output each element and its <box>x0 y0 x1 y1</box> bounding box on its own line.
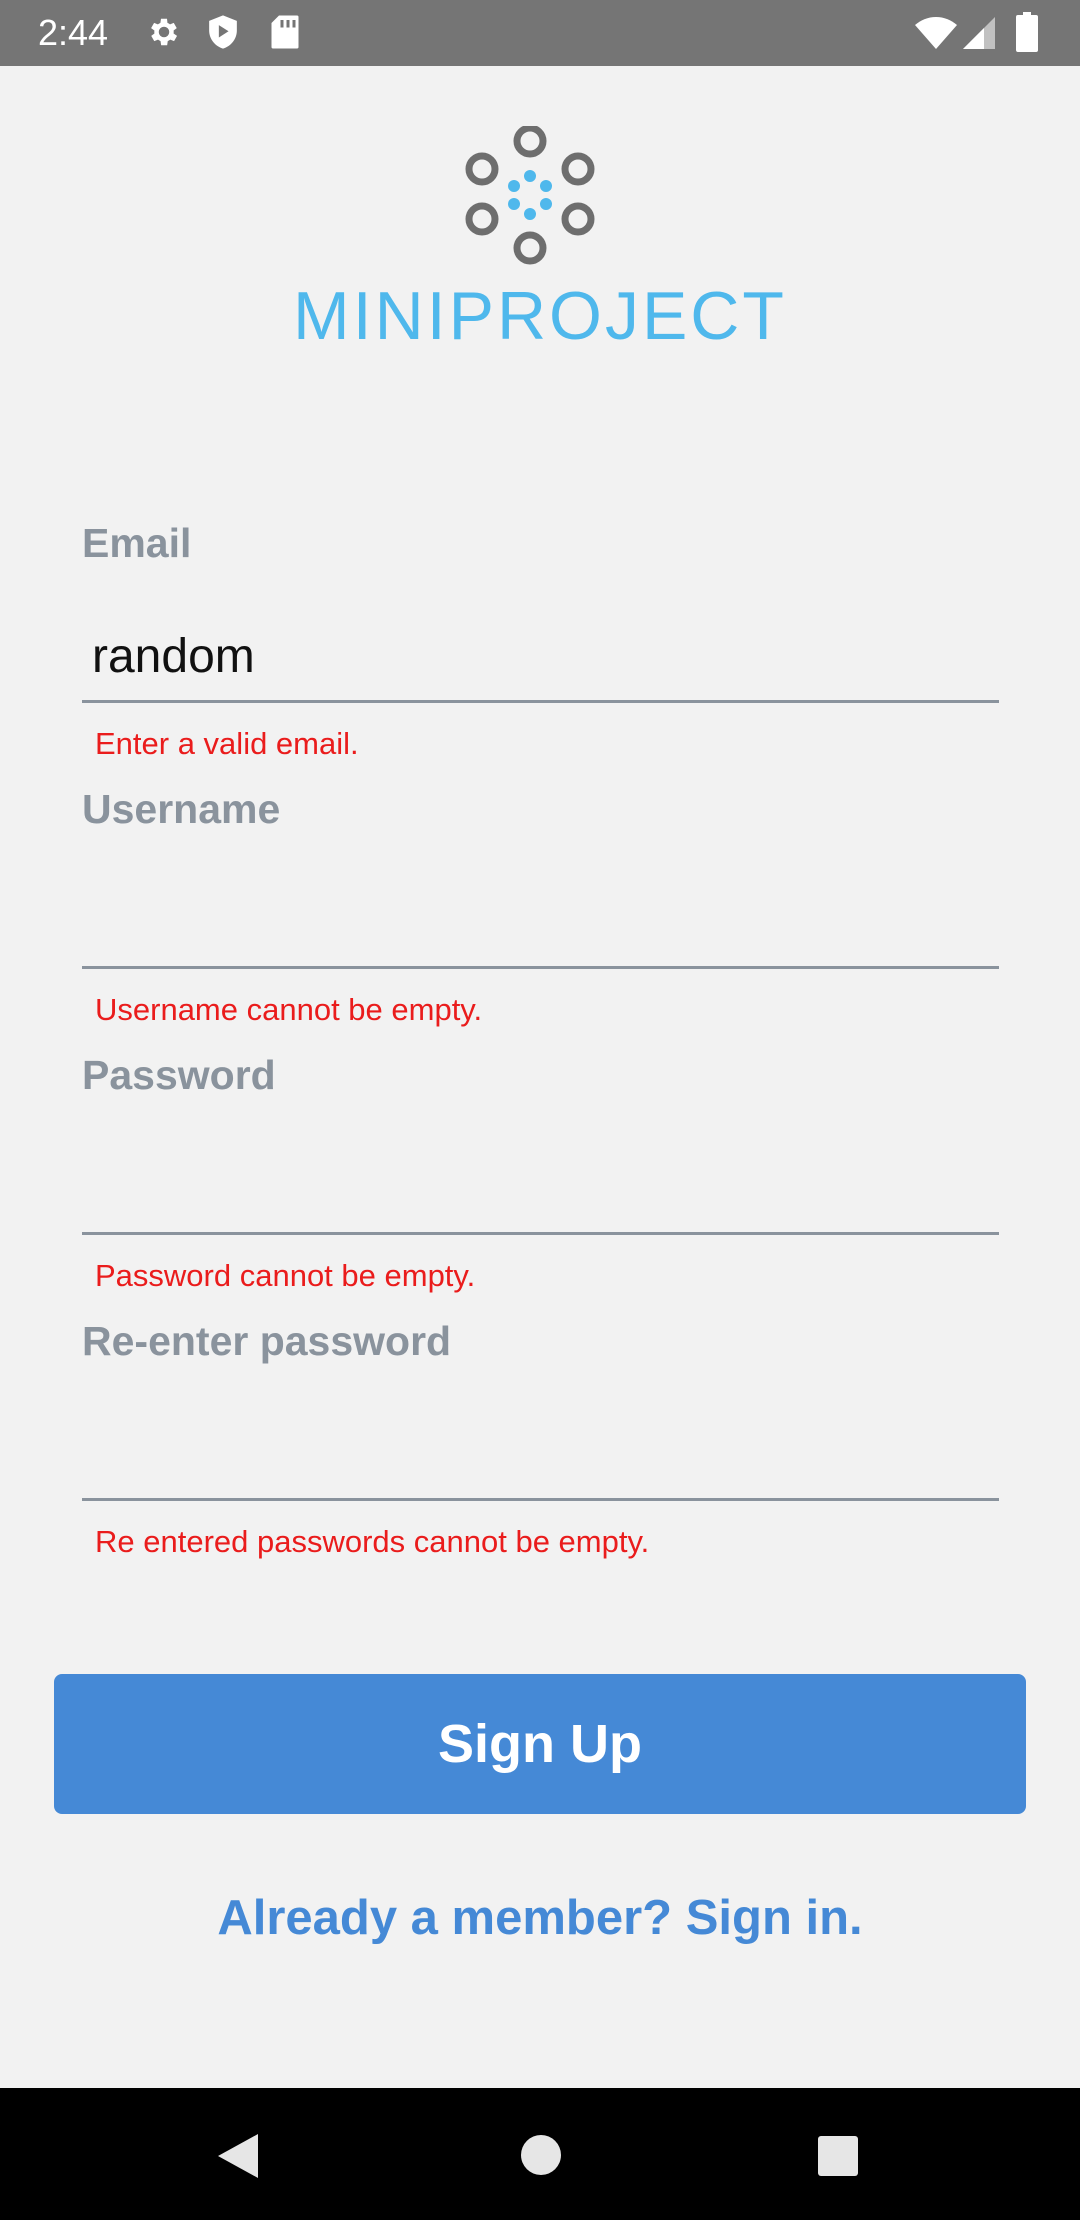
password-field[interactable] <box>82 1145 999 1235</box>
signup-screen: MINIPROJECT Email Enter a valid email. U… <box>0 66 1080 2088</box>
email-error: Enter a valid email. <box>95 726 359 761</box>
username-label: Username <box>82 786 281 832</box>
email-field[interactable] <box>82 613 999 703</box>
password-label: Password <box>82 1052 276 1098</box>
reenter-password-field[interactable] <box>82 1411 999 1501</box>
recents-icon[interactable] <box>818 2136 858 2181</box>
shield-icon <box>206 14 240 55</box>
battery-icon <box>1016 12 1038 57</box>
status-time: 2:44 <box>38 12 109 53</box>
sd-card-icon <box>270 14 300 55</box>
gear-icon <box>146 14 182 55</box>
signup-button[interactable]: Sign Up <box>54 1674 1026 1814</box>
signin-link[interactable]: Already a member? Sign in. <box>0 1888 1080 1948</box>
email-label: Email <box>82 520 192 566</box>
home-icon[interactable] <box>520 2134 562 2181</box>
logo-wordmark: MINIPROJECT <box>293 278 787 354</box>
status-bar: 2:44 <box>0 0 1080 66</box>
navigation-bar <box>0 2088 1080 2220</box>
username-field[interactable] <box>82 879 999 969</box>
back-icon[interactable] <box>216 2132 260 2185</box>
logo-icon <box>455 124 605 281</box>
wifi-icon <box>914 16 958 55</box>
cell-signal-icon <box>962 16 996 55</box>
reenter-password-label: Re-enter password <box>82 1318 452 1364</box>
username-error: Username cannot be empty. <box>95 992 483 1027</box>
password-error: Password cannot be empty. <box>95 1258 476 1293</box>
reenter-password-error: Re entered passwords cannot be empty. <box>95 1524 650 1559</box>
